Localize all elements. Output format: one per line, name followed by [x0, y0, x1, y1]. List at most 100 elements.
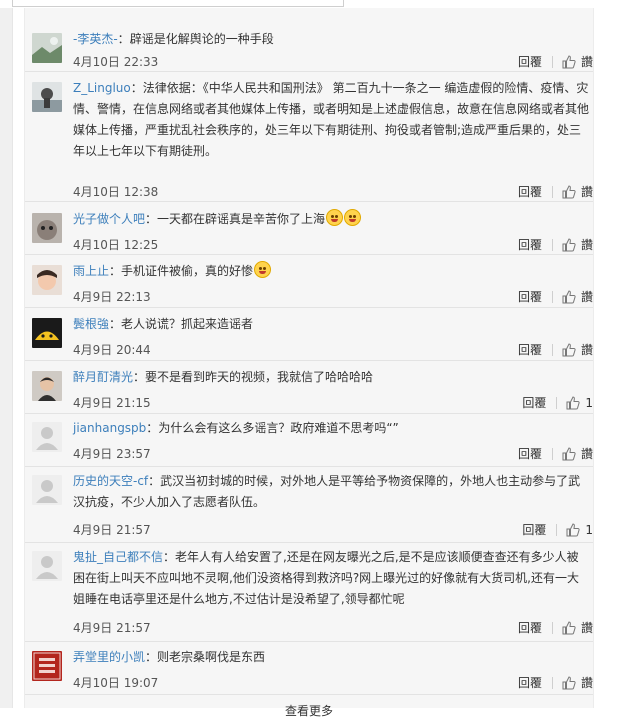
thumbs-up-icon [562, 675, 576, 689]
comment-actions: 回覆 讚 [518, 619, 593, 636]
reply-button[interactable]: 回覆 [522, 521, 546, 538]
comment-author-link[interactable]: 鬼扯_自己都不信 [73, 550, 163, 564]
crying-emoji-icon [254, 261, 272, 278]
like-count: 1 [585, 522, 593, 537]
divider [551, 55, 553, 68]
comment-actions: 回覆 讚 [518, 445, 593, 462]
comment-body: 老人说谎？抓起来造谣者 [121, 317, 254, 331]
comment-time: 4月10日 19:07 [73, 676, 159, 690]
like-button[interactable]: 1 [566, 396, 593, 410]
avatar-image-icon [32, 651, 62, 681]
divider [551, 343, 553, 356]
reply-button[interactable]: 回覆 [518, 288, 542, 305]
comment-author-link[interactable]: 弄堂里的小凯 [73, 650, 145, 664]
like-button[interactable]: 讚 [562, 341, 593, 358]
thumbs-up-icon [562, 184, 576, 198]
comment-item: 历史的天空-cf：武汉当初封城的时候，对外地人是平等给予物资保障的，外地人也主动… [25, 466, 593, 543]
comment-text: 光子做个人吧：一天都在辟谣真是辛苦你了上海 [73, 209, 589, 230]
divider [551, 185, 553, 198]
avatar-image-icon [32, 551, 62, 581]
reply-button[interactable]: 回覆 [518, 183, 542, 200]
avatar[interactable] [32, 422, 62, 452]
comment-text: 雨上止：手机证件被偷，真的好惨 [73, 261, 589, 282]
reply-button[interactable]: 回覆 [518, 341, 542, 358]
laughing-emoji-icon [326, 209, 344, 226]
comment-text: 弄堂里的小凯：则老宗桑啊伐是东西 [73, 650, 266, 664]
comment-item: Z_Lingluo：法律依据：《中华人民共和国刑法》 第二百九十一条之一 编造虚… [25, 71, 593, 202]
avatar[interactable] [32, 318, 62, 348]
comment-author-link[interactable]: Z_Lingluo [73, 81, 131, 95]
thumbs-up-icon [562, 289, 576, 303]
like-label: 讚 [580, 238, 593, 252]
thumbs-up-icon [562, 446, 576, 460]
like-button[interactable]: 讚 [562, 619, 593, 636]
comment-author-link[interactable]: 光子做个人吧 [73, 212, 145, 226]
reply-button[interactable]: 回覆 [518, 236, 542, 253]
comment-time: 4月9日 22:13 [73, 290, 151, 304]
like-label: 讚 [580, 676, 593, 690]
comment-body: 法律依据：《中华人民共和国刑法》 第二百九十一条之一 编造虚假的险情、疫情、灾情… [73, 81, 590, 158]
thumbs-up-icon [562, 54, 576, 68]
comment-body: 手机证件被偷，真的好惨 [121, 264, 254, 278]
like-button[interactable]: 讚 [562, 53, 593, 70]
avatar[interactable] [32, 371, 62, 401]
comments-panel: -李英杰-：辟谣是化解舆论的一种手段 4月10日 22:33 回覆 讚 Z_Li… [24, 8, 594, 718]
avatar[interactable] [32, 651, 62, 681]
divider [551, 238, 553, 251]
avatar-image-icon [32, 422, 62, 452]
comment-author-link[interactable]: 醉月酊清光 [73, 370, 133, 384]
comment-body: 辟谣是化解舆论的一种手段 [129, 32, 274, 46]
comment-author-link[interactable]: 鬓根強 [73, 317, 109, 331]
divider [551, 621, 553, 634]
like-button[interactable]: 讚 [562, 445, 593, 462]
comment-item: 鬓根強：老人说谎？抓起来造谣者 4月9日 20:44 回覆 讚 [25, 307, 593, 361]
avatar[interactable] [32, 33, 62, 63]
avatar-image-icon [32, 371, 62, 401]
comment-item: 弄堂里的小凯：则老宗桑啊伐是东西 4月10日 19:07 回覆 讚 [25, 641, 593, 695]
comment-actions: 回覆 讚 [518, 674, 593, 691]
comment-text: 历史的天空-cf：武汉当初封城的时候，对外地人是平等给予物资保障的，外地人也主动… [73, 474, 581, 509]
comment-time: 4月10日 22:33 [73, 55, 159, 69]
comment-author-link[interactable]: 雨上止 [73, 264, 109, 278]
divider [556, 396, 558, 409]
divider [551, 676, 553, 689]
reply-button[interactable]: 回覆 [522, 394, 546, 411]
like-button[interactable]: 讚 [562, 674, 593, 691]
avatar[interactable] [32, 265, 62, 295]
see-more-link[interactable]: 查看更多 [25, 702, 593, 719]
like-button[interactable]: 1 [566, 523, 593, 537]
avatar[interactable] [32, 551, 62, 581]
comment-time: 4月9日 23:57 [73, 447, 151, 461]
comment-actions: 回覆 1 [522, 521, 593, 538]
avatar-image-icon [32, 213, 62, 243]
thumbs-up-icon [562, 342, 576, 356]
avatar[interactable] [32, 475, 62, 505]
comment-actions: 回覆 讚 [518, 53, 593, 70]
thumbs-up-icon [562, 237, 576, 251]
like-count: 1 [585, 395, 593, 410]
comment-time: 4月9日 20:44 [73, 343, 151, 357]
like-button[interactable]: 讚 [562, 183, 593, 200]
laughing-emoji-icon [344, 209, 362, 226]
comment-author-link[interactable]: -李英杰- [73, 32, 118, 46]
comment-author-link[interactable]: jianhangspb [73, 421, 146, 435]
reply-button[interactable]: 回覆 [518, 53, 542, 70]
comment-author-link[interactable]: 历史的天空-cf [73, 474, 148, 488]
like-label: 讚 [580, 185, 593, 199]
input-edge[interactable] [12, 0, 344, 7]
reply-button[interactable]: 回覆 [518, 445, 542, 462]
divider [556, 523, 558, 536]
comment-body: 则老宗桑啊伐是东西 [157, 650, 266, 664]
like-button[interactable]: 讚 [562, 288, 593, 305]
like-button[interactable]: 讚 [562, 236, 593, 253]
reply-button[interactable]: 回覆 [518, 619, 542, 636]
comment-time: 4月10日 12:38 [73, 185, 159, 199]
comment-time: 4月9日 21:57 [73, 621, 151, 635]
reply-button[interactable]: 回覆 [518, 674, 542, 691]
comment-body: 武汉当初封城的时候，对外地人是平等给予物资保障的，外地人也主动参与了武汉抗疫，不… [73, 474, 581, 509]
avatar[interactable] [32, 213, 62, 243]
comment-item: 醉月酊清光：要不是看到昨天的视频，我就信了哈哈哈哈 4月9日 21:15 回覆 … [25, 360, 593, 414]
comment-body: 为什么会有这么多谣言？政府难道不思考吗“” [158, 421, 399, 435]
comment-actions: 回覆 讚 [518, 288, 593, 305]
avatar[interactable] [32, 82, 62, 112]
